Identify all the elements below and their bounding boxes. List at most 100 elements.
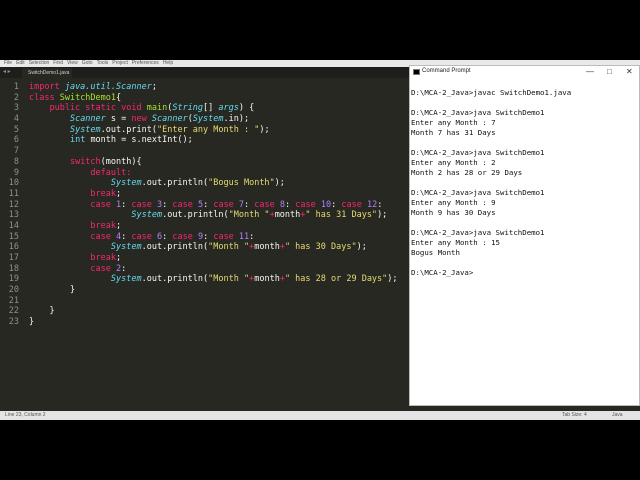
line-number: 8 <box>13 156 19 167</box>
code-token: case <box>172 199 198 210</box>
code-token: System <box>131 210 163 221</box>
code-token: month <box>274 210 301 221</box>
code-line[interactable]: break; <box>29 221 410 232</box>
code-token: ; <box>116 253 122 263</box>
code-line[interactable]: class SwitchDemo1{ <box>29 93 410 104</box>
line-number: 18 <box>8 263 19 274</box>
code-token: .in); <box>223 114 250 125</box>
code-token: System <box>110 274 142 285</box>
code-line[interactable]: int month = s.nextInt(); <box>29 135 410 146</box>
tab-switchdemo1[interactable]: SwitchDemo1.java <box>22 68 72 78</box>
code-token: case <box>90 231 117 242</box>
menu-item-file[interactable]: File <box>4 60 12 67</box>
terminal-line: Enter any Month : 15 <box>411 238 500 247</box>
minimize-button[interactable]: — <box>586 66 594 78</box>
code-token: break <box>90 253 117 263</box>
command-prompt-window[interactable]: Command Prompt — □ ✕ D:\MCA-2_Java>javac… <box>409 65 640 406</box>
code-token: : <box>121 263 127 274</box>
code-line[interactable]: } <box>29 317 410 328</box>
code-token: : <box>162 231 173 242</box>
code-line[interactable]: case 4: case 6: case 9: case 11: <box>29 232 410 243</box>
code-line[interactable]: System.out.println("Month "+month+" has … <box>29 274 410 285</box>
maximize-button[interactable]: □ <box>607 66 612 78</box>
tab-size-indicator[interactable]: Tab Size: 4 <box>562 412 587 418</box>
menu-item-help[interactable]: Help <box>163 60 173 67</box>
code-token: case <box>90 199 117 210</box>
code-line[interactable]: case 1: case 3: case 5: case 7: case 8: … <box>29 200 410 211</box>
code-line[interactable] <box>29 296 410 307</box>
menu-item-goto[interactable]: Goto <box>82 60 93 67</box>
code-token: default: <box>90 167 132 178</box>
menu-item-find[interactable]: Find <box>53 60 63 67</box>
code-token: ) { <box>238 103 255 114</box>
code-line[interactable]: break; <box>29 253 410 264</box>
code-line[interactable]: System.out.println("Bogus Month"); <box>29 178 410 189</box>
code-line[interactable]: System.out.println("Month "+month+" has … <box>29 210 410 221</box>
line-number: 5 <box>13 124 19 135</box>
code-token: System <box>110 242 142 253</box>
code-line[interactable]: case 2: <box>29 264 410 275</box>
code-token: System <box>69 124 101 135</box>
code-token: (month){ <box>100 156 142 167</box>
line-number: 4 <box>13 114 19 125</box>
menu-item-preferences[interactable]: Preferences <box>132 60 159 67</box>
code-line[interactable]: break; <box>29 189 410 200</box>
line-number: 3 <box>13 103 19 114</box>
code-line[interactable]: } <box>29 306 410 317</box>
line-number: 17 <box>8 253 19 263</box>
code-token: .out.print( <box>100 124 157 135</box>
terminal-line: Bogus Month <box>411 248 460 257</box>
close-button[interactable]: ✕ <box>626 66 633 78</box>
code-token: ); <box>356 242 367 253</box>
menu-item-tools[interactable]: Tools <box>97 60 109 67</box>
code-token: : <box>121 231 132 242</box>
code-token: ; <box>151 82 157 92</box>
code-line[interactable]: default: <box>29 168 410 179</box>
code-line[interactable]: System.out.print("Enter any Month : "); <box>29 125 410 136</box>
code-token: { <box>116 92 122 103</box>
code-token: 12 <box>366 199 378 210</box>
code-line[interactable]: import java.util.Scanner; <box>29 82 410 93</box>
terminal-output[interactable]: D:\MCA-2_Java>javac SwitchDemo1.java D:\M… <box>411 88 571 278</box>
terminal-line: Month 7 has 31 Days <box>411 128 496 137</box>
code-token: "Month " <box>208 274 250 285</box>
terminal-icon <box>413 69 420 75</box>
terminal-line: D:\MCA-2_Java>java SwitchDemo1 <box>411 228 545 237</box>
code-token: case <box>213 231 239 242</box>
menu-item-view[interactable]: View <box>67 60 78 67</box>
code-line[interactable]: switch(month){ <box>29 157 410 168</box>
menu-item-edit[interactable]: Edit <box>16 60 25 67</box>
code-line[interactable]: Scanner s = new Scanner(System.in); <box>29 114 410 125</box>
code-line[interactable] <box>29 146 410 157</box>
menu-item-selection[interactable]: Selection <box>29 60 50 67</box>
cmd-title-bar[interactable]: Command Prompt — □ ✕ <box>410 66 639 78</box>
screen: File Edit Selection Find View Goto Tools Projec… <box>0 60 640 420</box>
code-token: System <box>192 114 224 125</box>
code-token: " has 30 Days" <box>284 242 357 253</box>
code-editor[interactable]: import java.util.Scanner; class SwitchDem… <box>29 82 410 328</box>
code-token: java.util.Scanner <box>64 82 152 92</box>
code-token: : <box>377 199 383 210</box>
code-token: ); <box>259 124 270 135</box>
line-number: 1 <box>13 82 19 92</box>
code-token: case <box>341 199 367 210</box>
code-token: [] <box>203 103 219 114</box>
line-number: 6 <box>13 135 19 146</box>
code-token: " has 31 Days" <box>305 210 378 221</box>
menu-item-project[interactable]: Project <box>112 60 128 67</box>
code-line[interactable]: System.out.println("Month "+month+" has … <box>29 242 410 253</box>
tab-nav-arrows-icon[interactable]: ◂ ▸ <box>3 68 11 75</box>
code-token: case <box>131 231 157 242</box>
line-number: 22 <box>8 306 19 317</box>
syntax-language[interactable]: Java <box>612 412 623 418</box>
line-number: 20 <box>8 285 19 296</box>
code-line[interactable]: } <box>29 285 410 296</box>
code-line[interactable]: public static void main(String[] args) { <box>29 103 410 114</box>
